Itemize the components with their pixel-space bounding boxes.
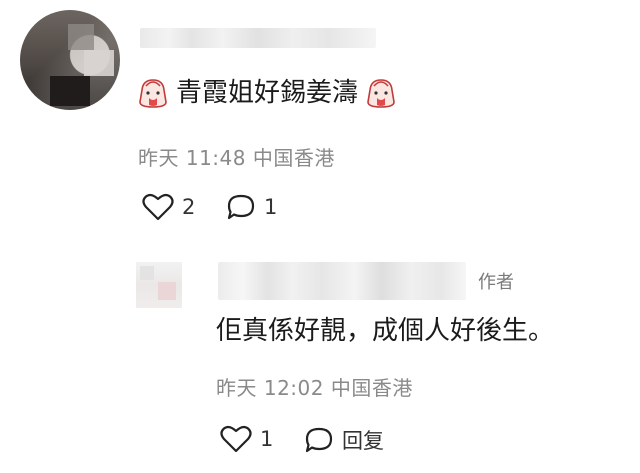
avatar-pixelation (158, 282, 176, 300)
commenter-name-blurred[interactable] (140, 28, 376, 48)
comment-location: 中国香港 (252, 146, 335, 170)
heart-outline-icon (220, 425, 252, 453)
avatar-pixelation (84, 50, 114, 76)
reply-time: 昨天 12:02 (216, 376, 324, 400)
avatar-pixelation (140, 266, 154, 280)
reply-like-button[interactable]: 1 (220, 425, 273, 453)
reply-button-label: 回复 (342, 429, 384, 453)
heart-outline-icon (142, 193, 174, 221)
avatar-pixelation (50, 76, 90, 106)
avatar-pixelation (68, 24, 94, 50)
like-count: 2 (182, 195, 196, 219)
reply-location: 中国香港 (330, 376, 413, 400)
reply-meta: 昨天 12:02 中国香港 (216, 372, 413, 401)
comment-body: 青霞姐好錫姜濤 (136, 76, 398, 110)
replier-name-blurred[interactable] (218, 262, 466, 300)
speech-bubble-icon (227, 194, 255, 220)
crying-face-emoji-icon (139, 79, 167, 108)
reply-like-count: 1 (260, 427, 274, 451)
comment-meta: 昨天 11:48 中国香港 (138, 142, 335, 171)
commenter-avatar[interactable] (20, 10, 120, 110)
crying-face-emoji-icon (367, 79, 395, 108)
replier-avatar[interactable] (136, 262, 182, 308)
like-button[interactable]: 2 (142, 193, 195, 221)
speech-bubble-icon (305, 427, 333, 453)
reply-to-reply-button[interactable]: 回复 (304, 425, 384, 455)
comment-reply-button[interactable]: 1 (226, 193, 277, 221)
comment-text: 青霞姐好錫姜濤 (176, 78, 359, 108)
author-badge: 作者 (478, 272, 514, 293)
reply-count: 1 (264, 195, 278, 219)
comment-time: 昨天 11:48 (138, 146, 246, 170)
reply-text: 佢真係好靚，成個人好後生。 (216, 316, 555, 346)
